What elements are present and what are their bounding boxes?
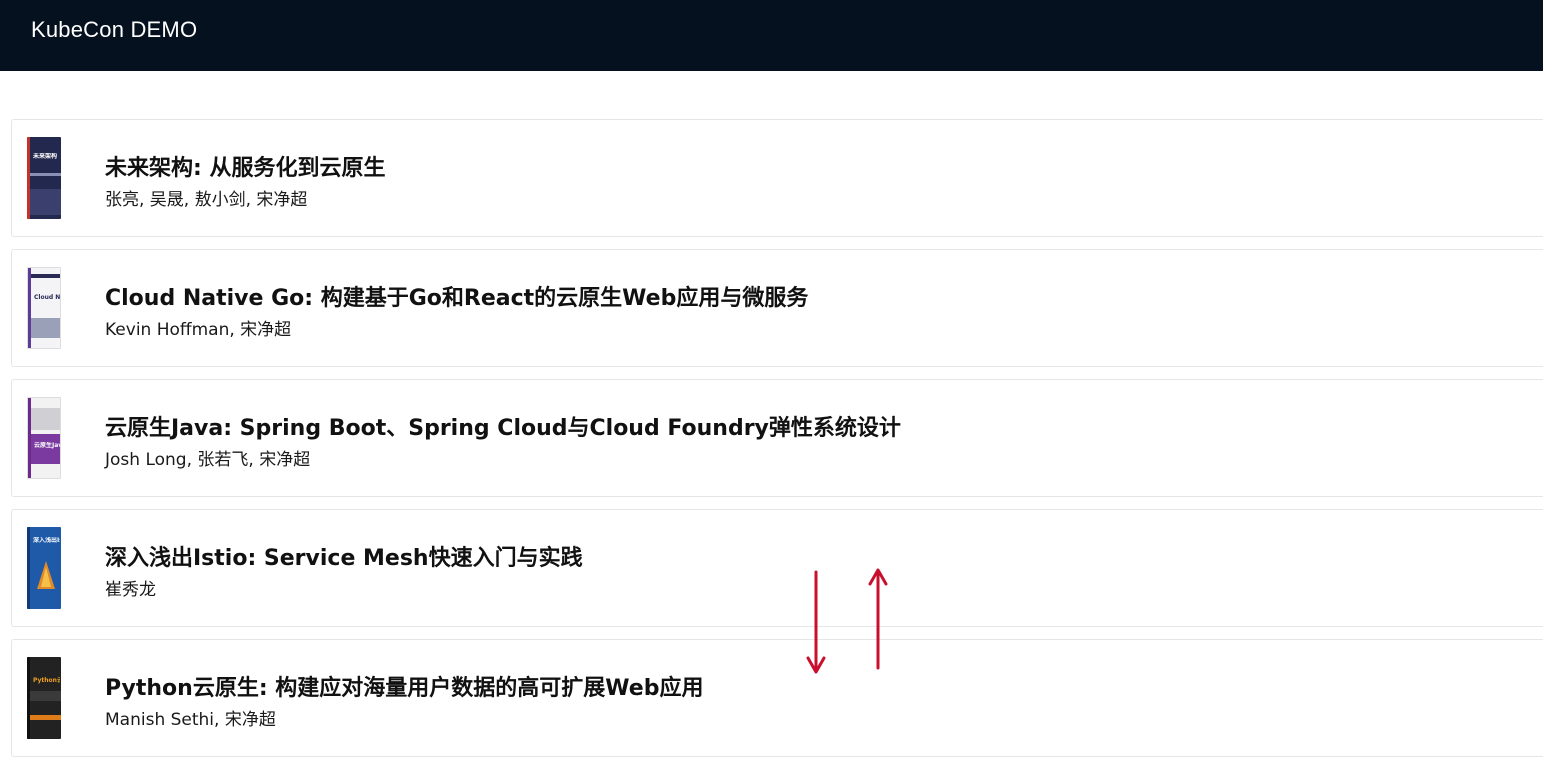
book-cover-image: 云原生Java xyxy=(27,397,61,479)
book-cover-image: 未来架构 xyxy=(27,137,61,219)
app-title[interactable]: KubeCon DEMO xyxy=(31,17,197,43)
cover-sail-graphic xyxy=(37,561,55,589)
book-list-item[interactable]: 云原生Java 云原生Java: Spring Boot、Spring Clou… xyxy=(11,379,1543,497)
book-cover-image: Python云原生 xyxy=(27,657,61,739)
book-title[interactable]: Python云原生: 构建应对海量用户数据的高可扩展Web应用 xyxy=(105,670,703,702)
book-authors: Kevin Hoffman, 宋净超 xyxy=(105,320,292,340)
book-title[interactable]: 未来架构: 从服务化到云原生 xyxy=(105,150,385,182)
top-navbar: KubeCon DEMO xyxy=(0,0,1543,71)
book-title[interactable]: Cloud Native Go: 构建基于Go和React的云原生Web应用与微… xyxy=(105,280,808,312)
scroll-down-arrow-icon xyxy=(806,570,826,674)
scroll-up-arrow-icon xyxy=(868,568,888,670)
book-title[interactable]: 深入浅出Istio: Service Mesh快速入门与实践 xyxy=(105,540,583,572)
cover-title-text: 云原生Java xyxy=(34,442,60,449)
cover-title-text: Cloud Native Go xyxy=(34,294,61,301)
cover-title-text: 未来架构 xyxy=(33,153,58,160)
book-list-item[interactable]: 深入浅出Istio 深入浅出Istio: Service Mesh快速入门与实践… xyxy=(11,509,1543,627)
book-authors: Josh Long, 张若飞, 宋净超 xyxy=(105,450,311,470)
book-list-item[interactable]: 未来架构 未来架构: 从服务化到云原生 张亮, 吴晟, 敖小剑, 宋净超 xyxy=(11,119,1543,237)
book-authors: 张亮, 吴晟, 敖小剑, 宋净超 xyxy=(105,190,308,210)
book-authors: Manish Sethi, 宋净超 xyxy=(105,710,276,730)
cover-title-text: Python云原生 xyxy=(33,677,60,684)
book-list-item[interactable]: Python云原生 Python云原生: 构建应对海量用户数据的高可扩展Web应… xyxy=(11,639,1543,757)
book-list-item[interactable]: Cloud Native Go Cloud Native Go: 构建基于Go和… xyxy=(11,249,1543,367)
book-cover-image: 深入浅出Istio xyxy=(27,527,61,609)
book-cover-image: Cloud Native Go xyxy=(27,267,61,349)
book-authors: 崔秀龙 xyxy=(105,580,156,600)
book-title[interactable]: 云原生Java: Spring Boot、Spring Cloud与Cloud … xyxy=(105,410,901,442)
